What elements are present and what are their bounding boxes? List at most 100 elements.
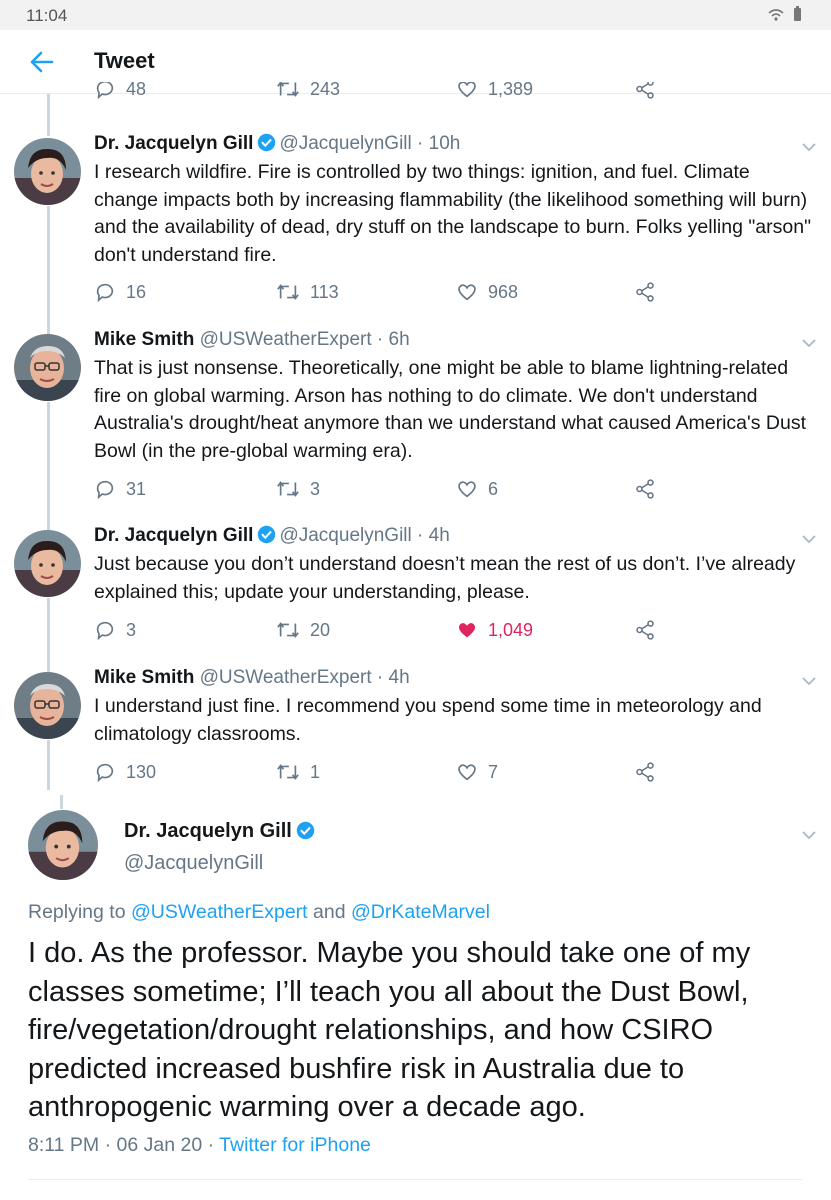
tweet-timestamp: 8:11 PM · 06 Jan 20 · Twitter for iPhone (28, 1134, 371, 1157)
author-name[interactable]: Dr. Jacquelyn Gill (124, 820, 292, 842)
reply-button[interactable]: 16 (94, 279, 146, 305)
divider (28, 1179, 802, 1180)
tweet-actions: 3 20 1,049 (94, 617, 814, 643)
tweet-header: Mike Smith @USWeatherExpert · 6h (94, 329, 410, 351)
avatar-mike-image (14, 334, 81, 401)
mention-link[interactable]: @DrKateMarvel (351, 901, 490, 923)
retweet-count: 1 (310, 761, 321, 782)
reply-count: 16 (126, 281, 147, 302)
reply-icon (96, 763, 114, 783)
retweet-button[interactable]: 243 (276, 82, 340, 102)
share-button[interactable] (634, 476, 666, 502)
chevron-down-icon[interactable] (801, 676, 817, 686)
reply-icon (96, 480, 114, 500)
tweet-text: Just because you don’t understand doesn’… (94, 553, 796, 603)
mention-link[interactable]: @USWeatherExpert (131, 901, 308, 923)
back-arrow-icon[interactable] (28, 48, 56, 76)
page-title: Tweet (94, 48, 155, 73)
reply-count: 3 (126, 619, 137, 640)
share-icon (636, 620, 654, 640)
avatar-jacquelyn-image (14, 530, 81, 597)
thread-line (47, 402, 50, 530)
share-icon (636, 479, 654, 499)
share-icon (636, 282, 654, 302)
retweet-icon (277, 622, 299, 638)
retweet-button[interactable]: 3 (276, 476, 320, 502)
tweet-header: Dr. Jacquelyn Gill @JacquelynGill · 10h (94, 133, 460, 155)
avatar[interactable] (14, 672, 81, 739)
verified-badge-icon (258, 525, 276, 544)
share-icon (636, 762, 654, 782)
author-meta: @JacquelynGill · 10h (279, 133, 461, 154)
reply-button[interactable]: 31 (94, 476, 146, 502)
avatar[interactable] (14, 530, 81, 597)
retweet-button[interactable]: 20 (276, 617, 330, 643)
tweet-header: Dr. Jacquelyn Gill @JacquelynGill · 4h (94, 525, 450, 547)
like-button[interactable]: 1,049 (456, 617, 533, 643)
tweet-header: Mike Smith @USWeatherExpert · 4h (94, 667, 410, 689)
reply-button[interactable]: 3 (94, 617, 136, 643)
author-meta: @USWeatherExpert · 4h (199, 667, 410, 688)
reply-button[interactable]: 48 (94, 82, 146, 102)
wifi-battery-icon (768, 6, 801, 21)
heart-filled-icon (459, 623, 475, 638)
author-name[interactable]: Dr. Jacquelyn Gill (94, 133, 253, 154)
thread-line (47, 740, 50, 790)
tweet-actions: 130 1 7 (94, 759, 814, 785)
retweet-icon (277, 82, 299, 97)
reply-icon (96, 82, 114, 100)
like-button[interactable]: 1,389 (456, 82, 533, 102)
author-handle[interactable]: @JacquelynGill (124, 852, 263, 875)
retweet-button[interactable]: 1 (276, 759, 320, 785)
avatar[interactable] (14, 334, 81, 401)
avatar-jacquelyn-image (14, 138, 81, 205)
tweet-actions: 31 3 6 (94, 476, 814, 502)
retweet-icon (277, 764, 299, 780)
reply-icon (96, 621, 114, 641)
reply-count: 31 (126, 478, 147, 499)
author-name-row: Dr. Jacquelyn Gill (124, 820, 318, 843)
chevron-down-icon[interactable] (801, 142, 817, 152)
reply-count: 48 (126, 82, 147, 99)
share-button[interactable] (634, 82, 666, 102)
replying-to: Replying to @USWeatherExpert and @DrKate… (28, 901, 490, 924)
thread-line (60, 795, 63, 809)
avatar-jacquelyn-image (28, 810, 98, 880)
reply-count: 130 (126, 761, 157, 782)
author-name[interactable]: Mike Smith (94, 329, 194, 350)
avatar[interactable] (28, 810, 98, 880)
like-button[interactable]: 6 (456, 476, 498, 502)
share-button[interactable] (634, 279, 666, 305)
chevron-down-icon[interactable] (801, 338, 817, 348)
tweet-actions: 16 113 968 (94, 279, 814, 305)
like-button[interactable]: 7 (456, 759, 498, 785)
author-name[interactable]: Dr. Jacquelyn Gill (94, 525, 253, 546)
share-button[interactable] (634, 617, 666, 643)
like-count: 7 (488, 761, 499, 782)
chevron-down-icon[interactable] (801, 830, 817, 840)
share-icon (636, 82, 654, 99)
retweet-count: 243 (310, 82, 341, 99)
retweet-count: 113 (310, 281, 339, 302)
retweet-icon (277, 284, 299, 300)
thread-line (47, 598, 50, 672)
retweet-button[interactable]: 113 (276, 279, 339, 305)
source-link[interactable]: Twitter for iPhone (219, 1134, 371, 1156)
author-meta: @USWeatherExpert · 6h (199, 329, 410, 350)
heart-icon (458, 284, 476, 301)
tweet-text: That is just nonsense. Theoretically, on… (94, 357, 807, 462)
retweet-count: 20 (310, 619, 331, 640)
avatar[interactable] (14, 138, 81, 205)
status-time: 11:04 (26, 6, 68, 25)
status-bar: 11:04 (0, 0, 831, 30)
like-button[interactable]: 968 (456, 279, 518, 305)
reply-button[interactable]: 130 (94, 759, 156, 785)
share-button[interactable] (634, 759, 666, 785)
verified-badge-icon (258, 133, 276, 152)
chevron-down-icon[interactable] (801, 534, 817, 544)
tweet-text: I research wildfire. Fire is controlled … (94, 161, 811, 266)
like-count: 1,049 (488, 619, 534, 640)
retweet-icon (277, 481, 299, 497)
author-name[interactable]: Mike Smith (94, 667, 194, 688)
like-count: 968 (488, 281, 519, 302)
